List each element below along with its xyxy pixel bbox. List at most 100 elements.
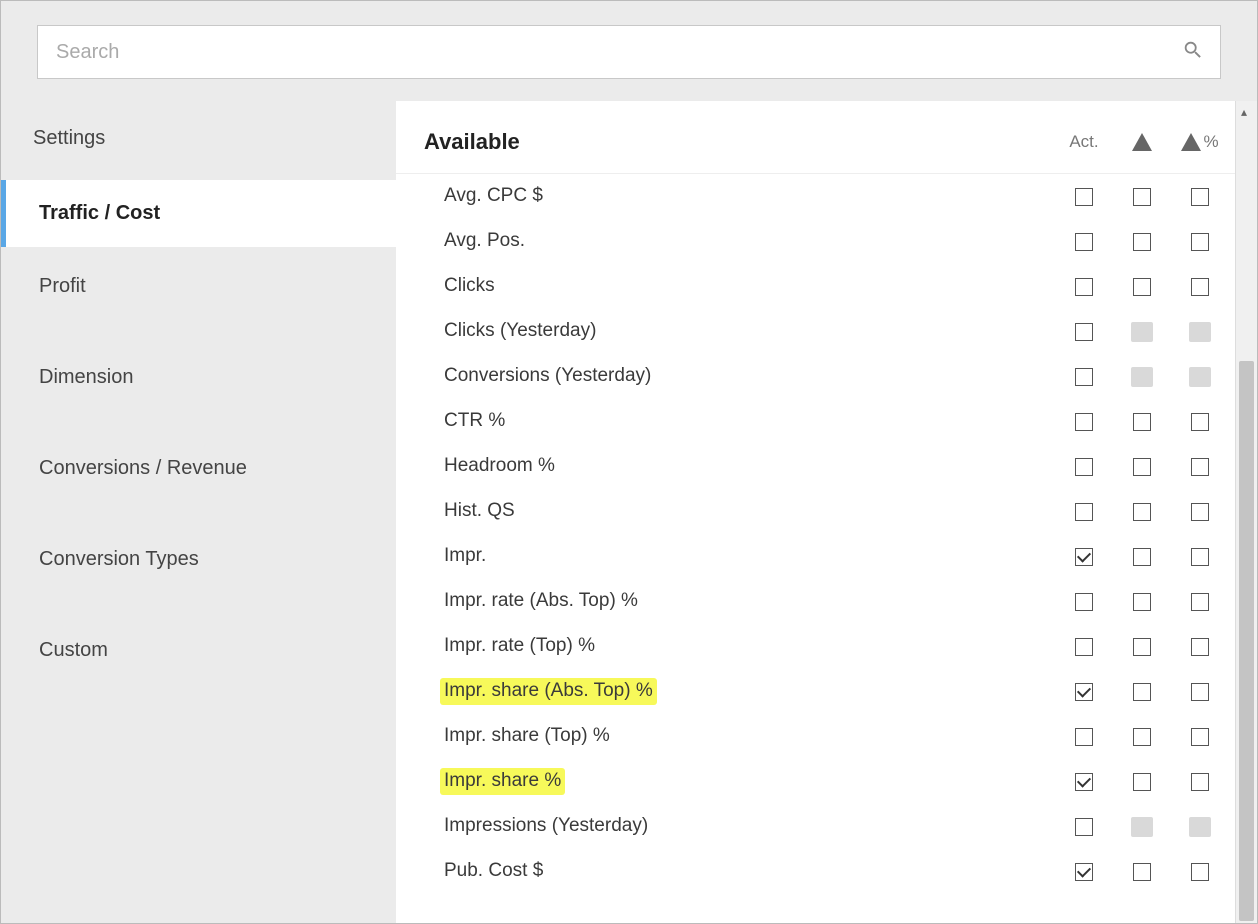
checkbox-act[interactable] <box>1075 368 1093 386</box>
body: Settings Traffic / CostProfit Dimension Co… <box>1 101 1257 923</box>
available-heading: Available <box>424 129 1055 155</box>
metric-label: Avg. Pos. <box>440 228 529 253</box>
search-box[interactable] <box>37 25 1221 79</box>
checkbox-cell <box>1113 322 1171 342</box>
checkbox-delta[interactable] <box>1133 728 1151 746</box>
metric-label-cell: Hist. QS <box>440 500 1055 523</box>
metric-label-cell: Impr. share (Abs. Top) % <box>440 678 1055 705</box>
checkbox-act[interactable] <box>1075 548 1093 566</box>
checkbox-act[interactable] <box>1075 728 1093 746</box>
search-icon[interactable] <box>1182 39 1204 66</box>
checkbox-act[interactable] <box>1075 323 1093 341</box>
checkbox-delta[interactable] <box>1133 458 1151 476</box>
sidebar-heading: Settings <box>1 105 396 180</box>
checkbox-delta-pct[interactable] <box>1191 548 1209 566</box>
metric-label-cell: Avg. Pos. <box>440 230 1055 253</box>
checkbox-cell <box>1171 278 1229 296</box>
metric-label: Avg. CPC $ <box>440 183 547 208</box>
checkbox-cell <box>1171 503 1229 521</box>
main-panel: Available Act. % Avg. CPC $Avg. Pos.Clic… <box>396 101 1257 923</box>
metric-row: Impr. share (Top) % <box>440 714 1229 759</box>
checkbox-cell <box>1171 413 1229 431</box>
metric-label: Conversions (Yesterday) <box>440 363 655 388</box>
checkbox-delta-pct[interactable] <box>1191 863 1209 881</box>
checkbox-act[interactable] <box>1075 233 1093 251</box>
checkbox-cell <box>1171 773 1229 791</box>
checkbox-act[interactable] <box>1075 638 1093 656</box>
checkbox-act[interactable] <box>1075 188 1093 206</box>
checkbox-cell <box>1055 413 1113 431</box>
metric-label: Impr. share (Abs. Top) % <box>440 678 657 705</box>
metric-row: Impr. rate (Abs. Top) % <box>440 579 1229 624</box>
sidebar-item-conversions-revenue[interactable]: Conversions / Revenue <box>1 435 396 502</box>
checkbox-act[interactable] <box>1075 593 1093 611</box>
checkbox-act[interactable] <box>1075 278 1093 296</box>
checkbox-cell <box>1055 593 1113 611</box>
sidebar-item-dimension[interactable]: Dimension <box>1 344 396 411</box>
checkbox-delta-pct[interactable] <box>1191 638 1209 656</box>
checkbox-delta[interactable] <box>1133 188 1151 206</box>
checkbox-cell <box>1113 233 1171 251</box>
sidebar-item-traffic-cost[interactable]: Traffic / Cost <box>1 180 396 247</box>
checkbox-delta-pct[interactable] <box>1191 683 1209 701</box>
metric-row: Conversions (Yesterday) <box>440 354 1229 399</box>
checkbox-cell <box>1055 323 1113 341</box>
checkbox-delta[interactable] <box>1133 233 1151 251</box>
checkbox-act[interactable] <box>1075 683 1093 701</box>
metric-label-cell: Clicks <box>440 275 1055 298</box>
scroll-up-icon[interactable]: ▴ <box>1241 105 1247 119</box>
checkbox-delta[interactable] <box>1133 638 1151 656</box>
checkbox-act[interactable] <box>1075 503 1093 521</box>
checkbox-delta-pct <box>1189 367 1211 387</box>
checkbox-act[interactable] <box>1075 773 1093 791</box>
checkbox-delta[interactable] <box>1133 863 1151 881</box>
sidebar: Settings Traffic / CostProfit Dimension Co… <box>1 101 396 923</box>
checkbox-delta-pct[interactable] <box>1191 503 1209 521</box>
checkbox-delta <box>1131 817 1153 837</box>
checkbox-cell <box>1171 367 1229 387</box>
metric-row: Pub. Cost $ <box>440 849 1229 894</box>
checkbox-delta[interactable] <box>1133 548 1151 566</box>
metric-label-cell: Pub. Cost $ <box>440 860 1055 883</box>
checkbox-delta-pct[interactable] <box>1191 728 1209 746</box>
metric-row: Impr. share (Abs. Top) % <box>440 669 1229 714</box>
metrics-list[interactable]: Avg. CPC $Avg. Pos.ClicksClicks (Yesterd… <box>396 174 1257 923</box>
checkbox-act[interactable] <box>1075 818 1093 836</box>
scrollbar-thumb[interactable] <box>1239 361 1254 921</box>
search-input[interactable] <box>54 40 1182 65</box>
checkbox-delta[interactable] <box>1133 773 1151 791</box>
checkbox-act[interactable] <box>1075 863 1093 881</box>
checkbox-cell <box>1171 728 1229 746</box>
checkbox-act[interactable] <box>1075 458 1093 476</box>
checkbox-delta-pct[interactable] <box>1191 458 1209 476</box>
checkbox-delta-pct[interactable] <box>1191 593 1209 611</box>
metric-label: Pub. Cost $ <box>440 858 547 883</box>
checkbox-delta[interactable] <box>1133 683 1151 701</box>
checkbox-delta[interactable] <box>1133 278 1151 296</box>
checkbox-delta[interactable] <box>1133 593 1151 611</box>
checkbox-delta <box>1131 367 1153 387</box>
checkbox-delta-pct[interactable] <box>1191 188 1209 206</box>
column-delta <box>1113 133 1171 151</box>
checkbox-cell <box>1055 233 1113 251</box>
checkbox-delta-pct[interactable] <box>1191 233 1209 251</box>
checkbox-delta-pct[interactable] <box>1191 413 1209 431</box>
checkbox-cell <box>1113 188 1171 206</box>
checkbox-delta-pct[interactable] <box>1191 278 1209 296</box>
checkbox-act[interactable] <box>1075 413 1093 431</box>
checkbox-cell <box>1113 593 1171 611</box>
checkbox-delta[interactable] <box>1133 413 1151 431</box>
metric-label-cell: CTR % <box>440 410 1055 433</box>
sidebar-item-profit[interactable]: Profit <box>1 253 396 320</box>
metric-label: Impr. share (Top) % <box>440 723 614 748</box>
sidebar-item-custom[interactable]: Custom <box>1 617 396 684</box>
scrollbar[interactable]: ▴ <box>1235 101 1257 923</box>
sidebar-item-conversion-types[interactable]: Conversion Types <box>1 526 396 593</box>
checkbox-delta-pct[interactable] <box>1191 773 1209 791</box>
metric-label-cell: Avg. CPC $ <box>440 185 1055 208</box>
checkbox-cell <box>1055 278 1113 296</box>
column-act: Act. <box>1055 132 1113 152</box>
metric-label-cell: Impr. rate (Top) % <box>440 635 1055 658</box>
checkbox-cell <box>1171 817 1229 837</box>
checkbox-delta[interactable] <box>1133 503 1151 521</box>
